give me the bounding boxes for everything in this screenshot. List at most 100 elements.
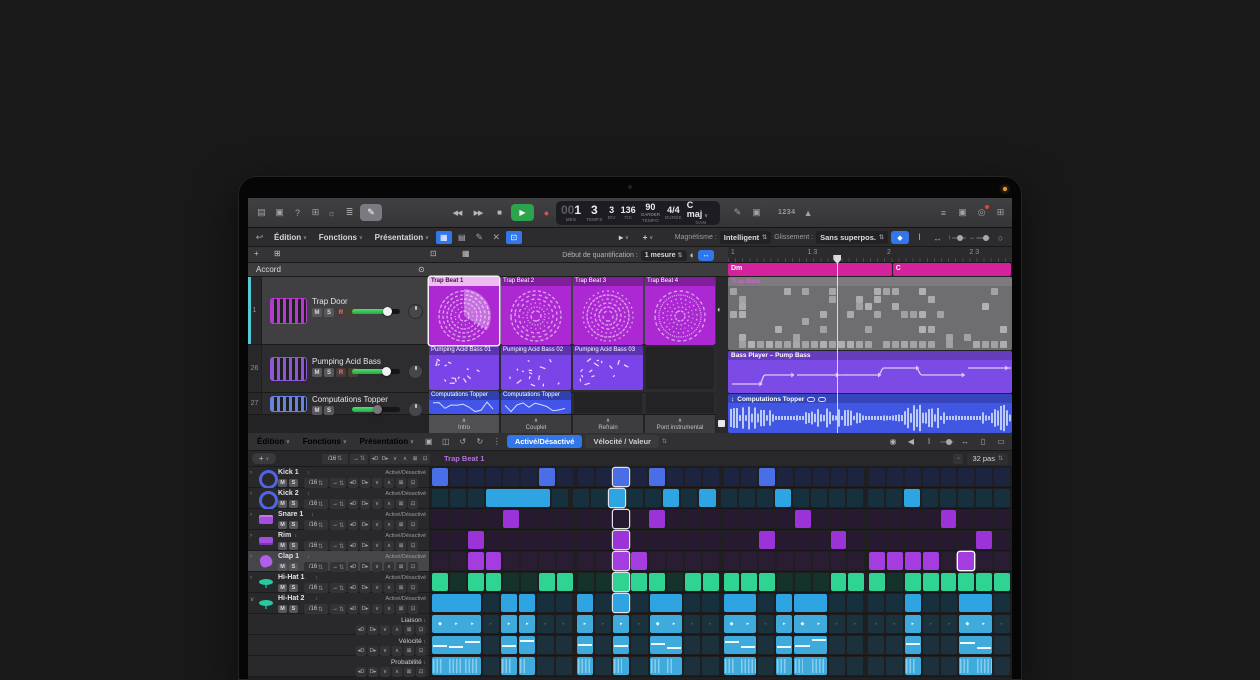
pattern-browser-icon[interactable]: ▣ (422, 436, 436, 448)
step-cell[interactable] (631, 657, 647, 675)
step-cell[interactable] (486, 468, 502, 486)
step-cell[interactable] (905, 636, 921, 654)
mode-on-off-button[interactable]: Activé/Désactivé (507, 435, 583, 448)
scene-trigger-pont-instrumental[interactable]: ∧Pont instrumental (645, 415, 715, 433)
pattern-rotate-right-button[interactable]: D▸ (380, 454, 390, 464)
row-octave-down-button[interactable]: ∨ (380, 646, 390, 656)
snap-toggle-button[interactable]: ◆ (891, 231, 909, 244)
row-solo-button[interactable]: S (289, 521, 298, 529)
step-cell[interactable] (869, 552, 885, 570)
step-cell[interactable] (923, 552, 939, 570)
row-playmode-stepper[interactable]: →⇅ (330, 583, 346, 593)
step-cell[interactable] (795, 573, 811, 591)
row-mute-button[interactable]: M (278, 563, 287, 571)
step-cell[interactable] (958, 510, 974, 528)
pattern-length-select[interactable]: 32 pas⇅ (967, 453, 1008, 465)
step-cell[interactable] (905, 552, 921, 570)
step-cell[interactable]: ▸ (537, 615, 553, 633)
step-cell[interactable] (539, 510, 555, 528)
step-cell[interactable] (868, 657, 884, 675)
lcd-time-signature[interactable]: 4/4 DURÉE (665, 206, 682, 221)
step-cell[interactable] (777, 510, 793, 528)
controllers-icon[interactable]: ⊞ (993, 205, 1008, 220)
row-octave-down-button[interactable]: ∨ (372, 478, 382, 488)
row-playmode-stepper[interactable]: →⇅ (330, 604, 346, 614)
step-cell[interactable] (649, 510, 665, 528)
row-rotate-left-button[interactable]: ◂D (348, 499, 358, 509)
row-mute-button[interactable]: M (278, 605, 287, 613)
step-cell[interactable] (886, 657, 902, 675)
add-track-button[interactable]: + (254, 249, 259, 258)
step-cell[interactable] (813, 468, 829, 486)
step-cell[interactable] (941, 573, 957, 591)
row-clear-button[interactable]: ⊠ (396, 499, 406, 509)
row-octave-down-button[interactable]: ∨ (372, 604, 382, 614)
row-division-stepper[interactable]: /16⇅ (304, 562, 328, 572)
step-cell[interactable] (923, 468, 939, 486)
row-solo-button[interactable]: S (289, 605, 298, 613)
sequencer-subrow-header[interactable]: Liaison ↕◂DD▸∨∧⊠⊡ (248, 614, 430, 635)
step-cell[interactable] (794, 594, 810, 612)
step-cell[interactable] (868, 636, 884, 654)
step-cell[interactable] (521, 552, 537, 570)
row-octave-down-button[interactable]: ∨ (372, 499, 382, 509)
step-cell[interactable] (776, 636, 792, 654)
step-cell[interactable] (758, 594, 774, 612)
forward-button[interactable]: ▶▶ (469, 204, 487, 221)
row-clear-button[interactable]: ⊠ (396, 520, 406, 530)
step-cell[interactable] (666, 657, 682, 675)
step-cell[interactable] (468, 489, 484, 507)
step-cell[interactable] (685, 468, 701, 486)
step-cell[interactable] (759, 573, 775, 591)
sequencer-row-header[interactable]: ›Kick 1↕Activé/DésactivéMS/16⇅→⇅◂DD▸∨∧⊠⊡ (248, 467, 430, 488)
row-solo-button[interactable]: S (289, 542, 298, 550)
step-cell[interactable] (776, 594, 792, 612)
step-cell[interactable] (503, 531, 519, 549)
ibeam-icon[interactable]: Ⅰ (922, 436, 936, 448)
row-clear-button[interactable]: ⊠ (396, 541, 406, 551)
step-cell[interactable] (831, 510, 847, 528)
step-cell[interactable] (829, 489, 845, 507)
edit-pencil-icon[interactable]: ✎ (730, 205, 745, 220)
step-cell[interactable] (577, 657, 593, 675)
step-cell[interactable] (813, 573, 829, 591)
step-cell[interactable] (887, 468, 903, 486)
back-icon[interactable]: ↩ (252, 230, 267, 245)
step-cell[interactable] (829, 636, 845, 654)
sequencer-row-header[interactable]: ›Clap 1↕Activé/DésactivéMS/16⇅→⇅◂DD▸∨∧⊠⊡ (248, 551, 430, 572)
step-cell[interactable] (432, 636, 448, 654)
row-solo-button[interactable]: S (289, 563, 298, 571)
loop-cell-empty[interactable] (573, 391, 643, 414)
step-cell[interactable] (557, 510, 573, 528)
step-cell[interactable] (848, 510, 864, 528)
step-cell[interactable] (649, 573, 665, 591)
step-cell[interactable] (703, 573, 719, 591)
step-cell[interactable] (940, 489, 956, 507)
step-cell[interactable] (976, 489, 992, 507)
row-playmode-stepper[interactable]: →⇅ (330, 478, 346, 488)
stepper-icon[interactable]: ↕ (316, 596, 319, 602)
loop-cell-pumping-acid-bass-01[interactable]: Pumping Acid Bass 01 (429, 346, 499, 390)
disclosure-closed-icon[interactable]: › (250, 575, 252, 581)
step-cell[interactable] (578, 510, 594, 528)
row-rotate-left-button[interactable]: ◂D (348, 541, 358, 551)
step-cell[interactable] (994, 510, 1010, 528)
step-cell[interactable]: ▸ (613, 615, 629, 633)
step-cell[interactable] (959, 657, 975, 675)
track-m-button[interactable]: M (312, 368, 322, 377)
step-cell[interactable] (503, 552, 519, 570)
pencil-tool-button[interactable]: ✎ (360, 204, 382, 221)
volume-slider[interactable] (352, 309, 400, 314)
step-cell[interactable] (923, 531, 939, 549)
row-octave-up-button[interactable]: ∧ (384, 562, 394, 572)
step-cell[interactable] (976, 510, 992, 528)
sequencer-row-header[interactable]: ∨Hi-Hat 2↕Activé/DésactivéMS/16⇅→⇅◂DD▸∨∧… (248, 593, 430, 614)
step-cell[interactable] (557, 573, 573, 591)
step-cell[interactable] (486, 573, 502, 591)
step-cell[interactable] (759, 552, 775, 570)
row-octave-up-button[interactable]: ∧ (392, 646, 402, 656)
step-cell[interactable]: ▸ (905, 615, 921, 633)
eraser-icon[interactable]: ✕ (489, 230, 504, 245)
step-cell[interactable] (666, 594, 682, 612)
step-cell[interactable] (556, 657, 572, 675)
